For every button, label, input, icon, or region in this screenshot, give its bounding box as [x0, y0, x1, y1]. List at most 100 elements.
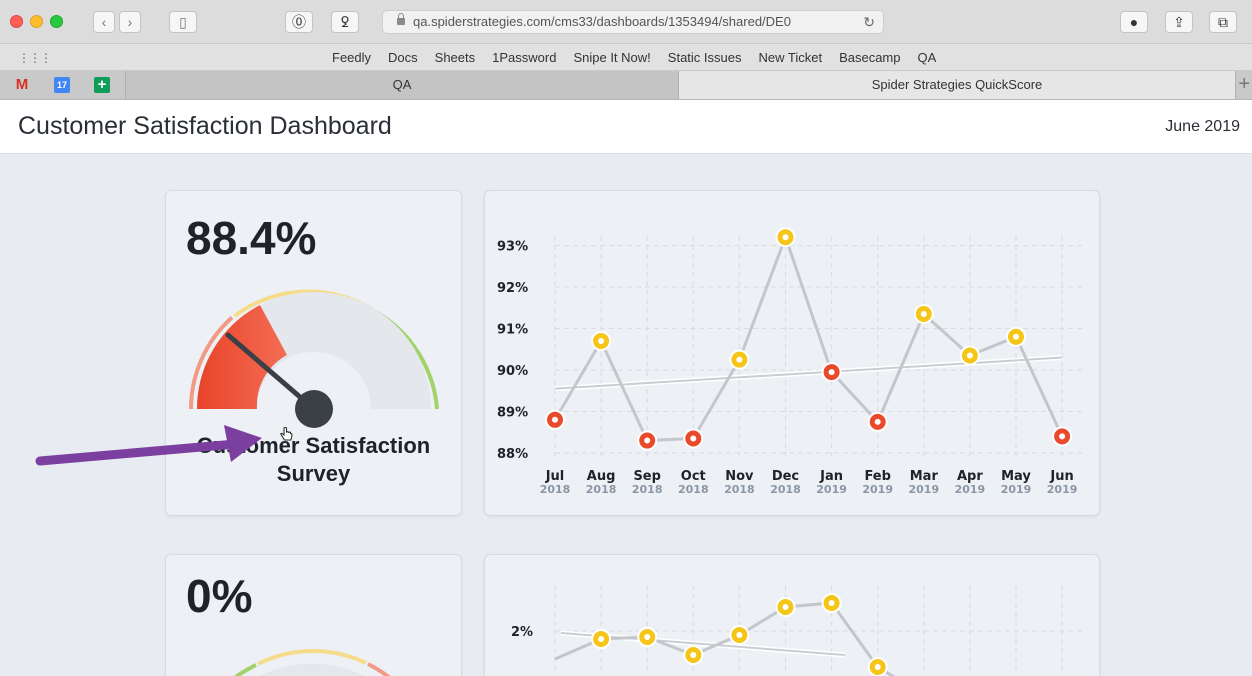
x-tick-month: Jan: [819, 469, 843, 484]
new-tab-button[interactable]: +: [1238, 73, 1250, 96]
calendar-day-label: 17: [56, 80, 67, 90]
data-point-center: [598, 636, 605, 642]
y-tick-label: 88%: [497, 447, 528, 462]
data-point-center: [1059, 433, 1066, 440]
x-tick-year: 2019: [816, 483, 847, 496]
download-icon: ●: [1129, 14, 1139, 30]
trend-chart-card-2[interactable]: 2%: [484, 554, 1100, 676]
bookmark-sheets[interactable]: Sheets: [435, 50, 475, 65]
x-tick-year: 2018: [540, 483, 571, 496]
data-point-center: [828, 600, 835, 606]
x-tick-month: Mar: [910, 469, 939, 484]
bookmark-new-ticket[interactable]: New Ticket: [758, 50, 822, 65]
tab-qa[interactable]: QA: [125, 71, 678, 99]
data-point-center: [644, 634, 651, 640]
sheets-icon[interactable]: +: [94, 77, 110, 93]
bookmark-1password[interactable]: 1Password: [492, 50, 556, 65]
x-tick-year: 2019: [862, 483, 893, 496]
x-tick-month: Apr: [957, 469, 983, 484]
y-tick-label: 89%: [497, 406, 528, 421]
url-text: qa.spiderstrategies.com/cms33/dashboards…: [413, 14, 791, 29]
x-tick-year: 2018: [586, 483, 617, 496]
y-tick-label: 91%: [497, 323, 528, 338]
x-tick-month: Feb: [864, 469, 890, 484]
data-point-center: [598, 337, 605, 344]
dashboard-header: Customer Satisfaction Dashboard June 201…: [0, 100, 1252, 154]
forward-button[interactable]: ›: [119, 11, 141, 33]
chevron-left-icon: ‹: [101, 14, 107, 30]
kpi-title-line2: Survey: [276, 461, 351, 486]
tab-quickscore[interactable]: Spider Strategies QuickScore: [678, 71, 1236, 99]
bookmark-docs[interactable]: Docs: [388, 50, 418, 65]
bookmark-list: Feedly Docs Sheets 1Password Snipe It No…: [332, 50, 953, 65]
reload-icon[interactable]: ↻: [863, 11, 875, 33]
data-point-center: [736, 632, 743, 638]
x-tick-month: Sep: [633, 469, 661, 484]
sidebar-icon: ▯: [179, 14, 187, 30]
data-point-center: [736, 356, 743, 363]
share-icon: ⇪: [1173, 14, 1185, 30]
password-extension-button[interactable]: ⓪: [285, 11, 313, 33]
extension-button[interactable]: ꝿ: [331, 11, 359, 33]
bookmark-feedly[interactable]: Feedly: [332, 50, 371, 65]
chevron-right-icon: ›: [127, 14, 133, 30]
zoom-window-button[interactable]: [50, 15, 63, 28]
y-tick-label: 93%: [497, 240, 528, 255]
calendar-icon[interactable]: 17: [54, 77, 70, 93]
line-chart-2[interactable]: 2%: [485, 555, 1101, 676]
data-point-center: [782, 604, 789, 610]
line-chart[interactable]: 88%89%90%91%92%93%Jul2018Aug2018Sep2018O…: [485, 191, 1101, 517]
gauge-track: [259, 663, 365, 676]
page-title: Customer Satisfaction Dashboard: [18, 112, 392, 140]
share-button[interactable]: ⇪: [1165, 11, 1193, 33]
bookmark-basecamp[interactable]: Basecamp: [839, 50, 900, 65]
y-tick-label: 90%: [497, 364, 528, 379]
gauge-green-band: [233, 663, 257, 676]
back-button[interactable]: ‹: [93, 11, 115, 33]
data-point-center: [782, 234, 789, 241]
trend-line: [554, 356, 1063, 390]
tab-label: QA: [392, 77, 412, 92]
x-tick-month: Oct: [681, 469, 706, 484]
tabs-overview-button[interactable]: ⧉: [1209, 11, 1237, 33]
x-tick-month: Dec: [772, 469, 799, 484]
gauge: [189, 289, 439, 428]
data-point-center: [1013, 333, 1019, 340]
address-bar[interactable]: qa.spiderstrategies.com/cms33/dashboards…: [382, 10, 884, 34]
gauge-yellow-band: [257, 649, 367, 666]
page-date: June 2019: [1165, 118, 1240, 135]
gauge-hub: [295, 390, 333, 428]
bookmark-snipe-it-now[interactable]: Snipe It Now!: [573, 50, 650, 65]
close-window-button[interactable]: [10, 15, 23, 28]
data-point-center: [552, 416, 558, 423]
bookmark-qa[interactable]: QA: [917, 50, 936, 65]
x-tick-year: 2019: [908, 483, 939, 496]
y-tick-label: 2%: [511, 625, 533, 640]
x-tick-month: Jun: [1049, 469, 1073, 484]
apps-grid-icon[interactable]: ⋮⋮⋮: [18, 51, 52, 65]
data-point-center: [690, 652, 697, 658]
data-point-center: [874, 664, 881, 670]
lock-icon: [397, 13, 405, 25]
x-tick-year: 2018: [770, 483, 801, 496]
minimize-window-button[interactable]: [30, 15, 43, 28]
x-tick-year: 2019: [1001, 483, 1032, 496]
trend-chart-card[interactable]: 88% 89% 90% 91% 92% 93% Jul 2018 Aug 2018 Sep 2018 O…: [484, 190, 1100, 516]
downloads-button[interactable]: ●: [1120, 11, 1148, 33]
x-tick-month: Jul: [545, 469, 565, 484]
data-point-center: [874, 418, 881, 425]
gauge-2: [233, 649, 391, 676]
bookmarks-bar: ⋮⋮⋮ Feedly Docs Sheets 1Password Snipe I…: [0, 44, 1252, 71]
x-tick-year: 2018: [632, 483, 663, 496]
kpi-title[interactable]: Customer Satisfaction Survey: [166, 432, 461, 488]
gauge-red-band: [367, 662, 391, 676]
bookmark-static-issues[interactable]: Static Issues: [668, 50, 742, 65]
tab-bar: M 17 + QA Spider Strategies QuickScore +: [0, 71, 1252, 100]
sidebar-button[interactable]: ▯: [169, 11, 197, 33]
kpi-gauge-card[interactable]: 88.4% Customer Satisfaction Survey: [165, 190, 462, 516]
1password-icon: ⓪: [292, 14, 306, 30]
data-point-center: [966, 352, 973, 359]
swirl-icon: ꝿ: [340, 14, 350, 30]
kpi-gauge-card-2[interactable]: 0%: [165, 554, 462, 676]
gmail-icon[interactable]: M: [14, 77, 30, 93]
